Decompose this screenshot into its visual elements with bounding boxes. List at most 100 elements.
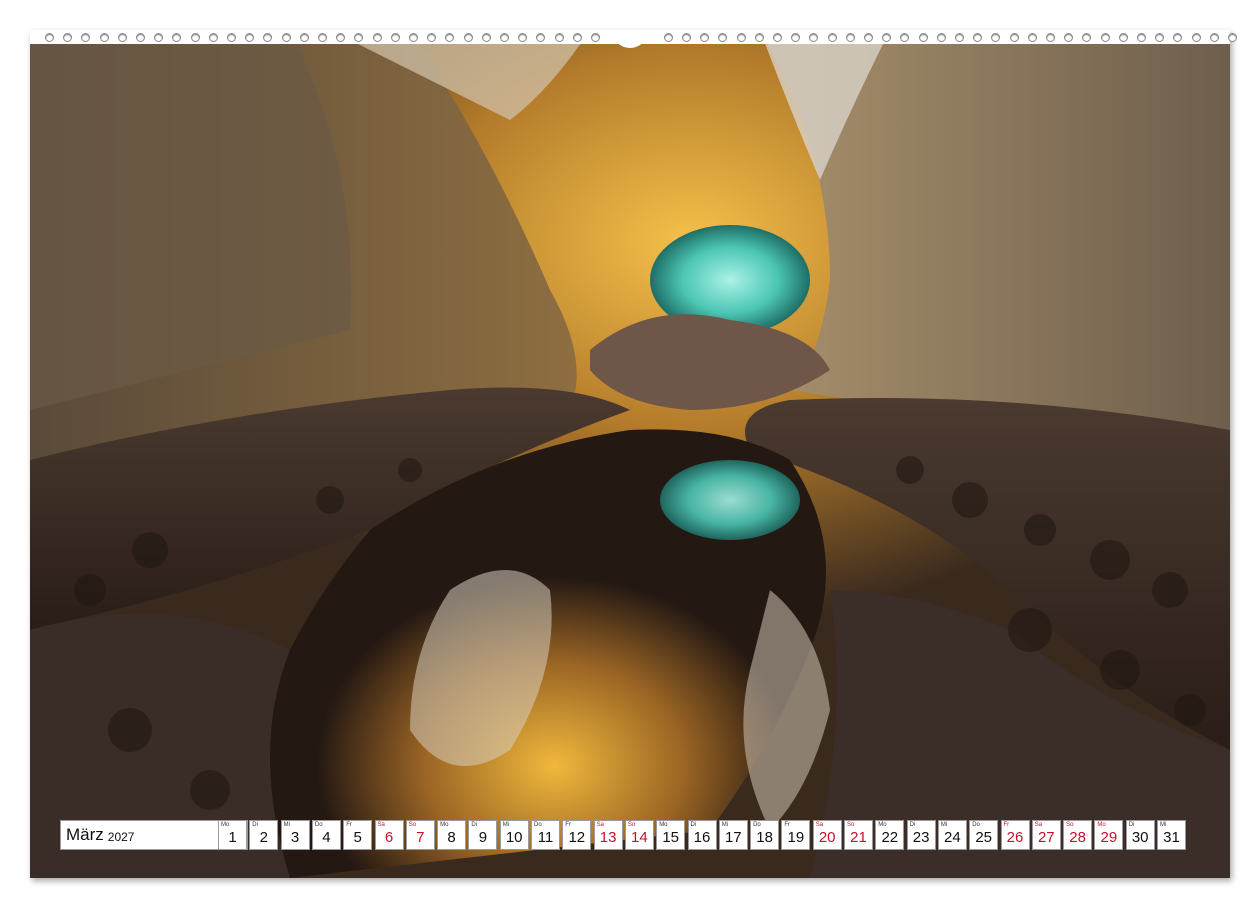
binding-hole <box>1064 33 1074 42</box>
cave-reflection-image <box>30 30 1230 878</box>
day-cell: Di 16 <box>687 820 717 850</box>
binding-hole <box>172 33 182 42</box>
day-of-week: Mo <box>878 822 887 828</box>
day-cell: Mo 29 <box>1094 820 1124 850</box>
binding-hole <box>1191 33 1201 42</box>
day-number: 17 <box>724 829 742 846</box>
day-of-week: Mo <box>659 822 668 828</box>
day-cell: Mo 8 <box>437 820 467 850</box>
day-number: 4 <box>322 829 331 846</box>
binding-hole <box>427 33 437 42</box>
day-number: 31 <box>1163 829 1180 846</box>
day-number: 7 <box>416 829 425 846</box>
binding-hole <box>372 33 382 42</box>
day-cell: Do 11 <box>531 820 560 850</box>
day-of-week: Fr <box>1003 822 1010 828</box>
day-number: 30 <box>1131 829 1149 846</box>
day-of-week: So <box>847 822 855 828</box>
day-cell: Fr 12 <box>562 820 592 850</box>
binding-hole <box>773 33 782 42</box>
month-year: 2027 <box>107 829 135 844</box>
day-of-week: So <box>408 822 417 828</box>
day-of-week: Di <box>471 822 478 828</box>
binding-hole <box>281 33 291 42</box>
calendar-strip: März 2027 Mo 1 Di 2 Mi 3 Do 4 Fr 5 Sa 6 So 7 Mo 8 Di 9 Mi 1… <box>30 820 1230 850</box>
day-cell: So 21 <box>844 820 873 850</box>
day-of-week: Mo <box>1097 822 1106 828</box>
binding-hole <box>554 33 564 42</box>
day-cell: Sa 20 <box>812 820 842 850</box>
day-of-week: Di <box>252 822 258 828</box>
binding-hole <box>518 33 528 42</box>
day-of-week: Di <box>909 822 916 828</box>
binding-hole <box>481 33 491 42</box>
day-of-week: Mo <box>221 822 230 828</box>
binding-hole <box>900 33 910 42</box>
day-of-week: Sa <box>1034 822 1043 828</box>
day-cell: So 7 <box>405 820 435 850</box>
day-of-week: Mo <box>440 822 449 828</box>
binding-hole <box>63 33 73 42</box>
day-of-week: Di <box>1128 822 1135 828</box>
day-cell: Do 18 <box>750 820 780 850</box>
day-of-week: Mi <box>502 822 510 828</box>
binding-hole <box>736 33 746 42</box>
day-number: 28 <box>1069 829 1086 846</box>
binding-hole <box>354 33 364 42</box>
day-of-week: Mi <box>940 822 948 828</box>
day-of-week: Do <box>972 822 980 828</box>
day-cell: Sa 27 <box>1031 820 1061 850</box>
day-number: 5 <box>353 829 362 846</box>
binding-hole <box>809 33 819 42</box>
binding-hole <box>1228 33 1237 42</box>
day-of-week: Mi <box>1160 822 1167 828</box>
day-of-week: Sa <box>596 822 604 828</box>
binding-hole <box>918 33 928 42</box>
day-cell: So 14 <box>624 820 654 850</box>
binding-hole <box>955 33 964 42</box>
binding-hole <box>700 33 710 42</box>
day-cell: Mo 22 <box>875 820 905 850</box>
day-number: 6 <box>384 829 394 846</box>
binding-hole <box>500 33 509 42</box>
day-of-week: Mi <box>721 822 729 828</box>
day-number: 20 <box>818 829 836 846</box>
month-name: März <box>66 825 104 844</box>
binding-hole <box>1100 33 1110 42</box>
day-cell: Sa 6 <box>374 820 404 850</box>
binding-hole <box>318 33 327 42</box>
binding-hole <box>190 33 200 42</box>
binding-hole <box>572 33 582 42</box>
day-of-week: Fr <box>565 822 571 828</box>
binding-hole <box>136 33 145 42</box>
binding-hole <box>336 33 346 42</box>
day-cell: Fr 5 <box>343 820 373 850</box>
binding-hole <box>1137 33 1146 42</box>
day-number: 8 <box>447 829 456 846</box>
binding-hole <box>973 33 983 42</box>
day-number: 2 <box>259 829 268 846</box>
day-cell: Fr 19 <box>781 820 811 850</box>
day-cell: Di 2 <box>249 820 279 850</box>
day-number: 11 <box>537 829 554 846</box>
binding-hole <box>117 33 127 42</box>
day-number: 26 <box>1006 829 1024 846</box>
binding-hole <box>718 33 728 42</box>
binding-hole <box>99 33 109 42</box>
day-number: 15 <box>662 829 680 846</box>
day-number: 13 <box>599 829 617 846</box>
binding-hole <box>864 33 873 42</box>
binding-hole <box>154 33 164 42</box>
day-number: 18 <box>756 829 773 846</box>
binding-hole <box>882 33 892 42</box>
day-cell: Fr 26 <box>1000 820 1030 850</box>
day-of-week: Do <box>753 822 761 828</box>
day-number: 22 <box>881 829 899 846</box>
day-of-week: So <box>1066 822 1074 828</box>
day-cell: Mi 24 <box>937 820 967 850</box>
day-cell: Mi 17 <box>718 820 748 850</box>
day-of-week: Do <box>314 822 323 828</box>
day-number: 23 <box>912 829 930 846</box>
day-number: 29 <box>1100 829 1118 846</box>
day-number: 24 <box>944 829 961 846</box>
